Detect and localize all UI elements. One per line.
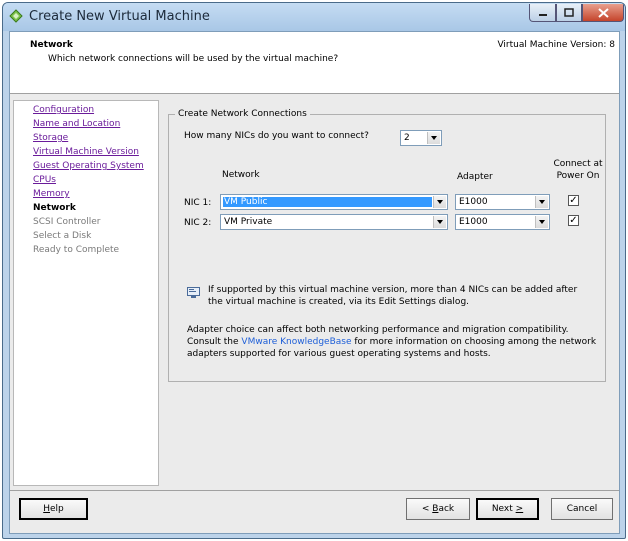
vm-version-label: Virtual Machine Version: 8	[497, 40, 615, 50]
vm-app-icon	[9, 9, 23, 23]
nav-step-guest-os[interactable]: Guest Operating System	[33, 161, 144, 171]
nav-step-configuration[interactable]: Configuration	[33, 105, 94, 115]
nic-count-select[interactable]: 2	[400, 130, 442, 146]
nav-step-memory[interactable]: Memory	[33, 189, 70, 199]
chevron-down-icon	[535, 216, 548, 228]
nic2-adapter-value: E1000	[459, 217, 488, 227]
help-accelerator: H	[43, 504, 50, 514]
next-accelerator: >	[515, 504, 524, 514]
footer-separator	[10, 490, 619, 491]
nav-step-name-location[interactable]: Name and Location	[33, 119, 120, 129]
maximize-icon	[564, 8, 574, 17]
nav-step-scsi-controller: SCSI Controller	[33, 217, 101, 227]
back-label-pre: <	[421, 504, 433, 514]
vmware-kb-link[interactable]: VMware KnowledgeBase	[241, 337, 351, 347]
wizard-client-area: Network Which network connections will b…	[9, 31, 620, 534]
nic1-adapter-select[interactable]: E1000	[455, 194, 550, 210]
back-button[interactable]: < Back	[406, 498, 470, 520]
nic-count-value: 2	[404, 133, 410, 143]
minimize-button[interactable]	[529, 4, 556, 22]
chevron-down-icon	[433, 216, 446, 228]
nav-step-select-disk: Select a Disk	[33, 231, 92, 241]
nic1-adapter-value: E1000	[459, 197, 488, 207]
nic1-label: NIC 1:	[184, 198, 212, 208]
nav-step-vm-version[interactable]: Virtual Machine Version	[33, 147, 139, 157]
nic2-adapter-select[interactable]: E1000	[455, 214, 550, 230]
close-icon	[597, 7, 609, 18]
nav-step-cpus[interactable]: CPUs	[33, 175, 56, 185]
column-adapter-header: Adapter	[457, 172, 493, 182]
chevron-down-icon	[535, 196, 548, 208]
help-label-post: elp	[50, 504, 64, 514]
adapter-choice-note: Adapter choice can affect both networkin…	[187, 324, 597, 360]
nic-limit-info: If supported by this virtual machine ver…	[208, 285, 578, 307]
nic1-network-select[interactable]: VM Public	[220, 194, 448, 210]
page-title: Network	[30, 40, 73, 50]
chevron-down-icon	[433, 196, 446, 208]
nic-count-label: How many NICs do you want to connect?	[184, 131, 369, 141]
close-button[interactable]	[582, 4, 624, 22]
chevron-down-icon	[427, 132, 440, 144]
minimize-icon	[538, 13, 547, 16]
nic2-network-select[interactable]: VM Private	[220, 214, 448, 230]
next-label-pre: Next	[491, 504, 516, 514]
help-button[interactable]: Help	[19, 498, 88, 520]
cancel-button[interactable]: Cancel	[551, 498, 613, 520]
window-title: Create New Virtual Machine	[29, 9, 210, 24]
column-network-header: Network	[222, 170, 260, 180]
nic2-network-value: VM Private	[224, 217, 273, 227]
column-connect-header: Connect at Power On	[553, 159, 603, 181]
next-button[interactable]: Next >	[476, 498, 539, 520]
nic1-connect-checkbox[interactable]: ✓	[568, 195, 579, 206]
nav-step-storage[interactable]: Storage	[33, 133, 68, 143]
nic1-network-value: VM Public	[223, 197, 432, 207]
maximize-button[interactable]	[556, 4, 582, 22]
wizard-header: Network Which network connections will b…	[10, 32, 619, 94]
wizard-steps-nav: Configuration Name and Location Storage …	[13, 100, 159, 486]
wizard-window: Create New Virtual Machine Network Which…	[2, 2, 626, 539]
info-icon	[187, 287, 200, 298]
nav-step-ready: Ready to Complete	[33, 245, 120, 255]
nav-step-network: Network	[33, 203, 76, 213]
back-label-post: ack	[438, 504, 455, 514]
nic2-connect-checkbox[interactable]: ✓	[568, 215, 579, 226]
page-subtitle: Which network connections will be used b…	[48, 54, 339, 64]
group-legend: Create Network Connections	[175, 109, 310, 119]
title-bar[interactable]: Create New Virtual Machine	[3, 3, 625, 31]
nic2-label: NIC 2:	[184, 218, 212, 228]
